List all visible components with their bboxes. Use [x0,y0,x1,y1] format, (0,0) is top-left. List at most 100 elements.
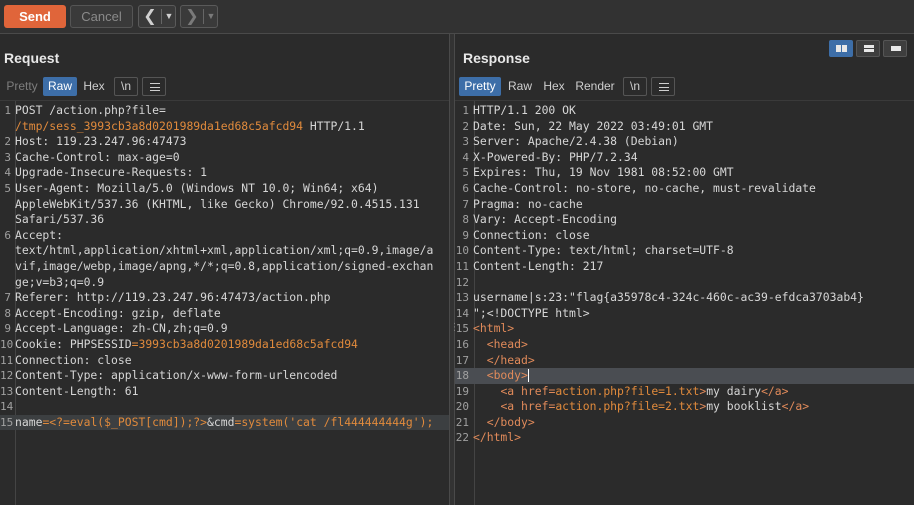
code-line: 14 [0,399,449,415]
line-number: 10 [455,244,469,258]
line-number: 3 [462,135,469,149]
send-button[interactable]: Send [4,5,66,28]
chevron-down-icon[interactable]: ▼ [163,6,175,27]
code-token: vif,image/webp,image/apng,*/*;q=0.8,appl… [15,258,434,273]
response-editor[interactable]: 1 HTTP/1.1 200 OK 2 Date: Sun, 22 May 2022 … [455,100,914,505]
code-line: 7 Pragma: no-cache [455,197,914,213]
tab-raw[interactable]: Raw [504,77,536,96]
hamburger-menu-icon[interactable] [651,77,675,96]
code-text: Content-Type: text/html; charset=UTF-8 [471,243,734,259]
line-number: 16 [455,337,469,351]
chevron-right-icon[interactable]: ❯ [181,6,203,27]
line-number: 9 [4,322,11,336]
code-text: AppleWebKit/537.36 (KHTML, like Gecko) C… [13,197,420,213]
code-line: 22 </html> [455,430,914,446]
split-horizontal-icon[interactable] [829,40,853,57]
tab-raw[interactable]: Raw [43,77,77,96]
code-line: 17 </head> [455,353,914,369]
code-text: Content-Length: 61 [13,384,138,400]
code-line: /tmp/sess_3993cb3a8d0201989da1ed68c5afcd… [0,119,449,135]
line-number: 13 [455,291,469,305]
code-line: ge;v=b3;q=0.9 [0,275,449,291]
code-text: <body> [471,368,529,384]
line-number: 19 [455,384,469,398]
code-token: Content-Type: text/html; charset=UTF-8 [473,243,734,258]
line-number: 7 [462,197,469,211]
code-token: ";<!DOCTYPE html> [473,305,590,320]
code-line: 13 username|s:23:"flag{a35978c4-324c-460c… [455,290,914,306]
hamburger-menu-icon[interactable] [142,77,166,96]
code-text: ";<!DOCTYPE html> [471,306,590,322]
code-text: Content-Length: 217 [471,259,603,275]
code-line: 2 Host: 119.23.247.96:47473 [0,134,449,150]
tab-hex[interactable]: Hex [79,77,109,96]
code-token: Expires: Thu, 19 Nov 1981 08:52:00 GMT [473,165,734,180]
tab-newline-toggle[interactable]: \n [114,77,138,96]
code-text: Connection: close [13,353,132,369]
code-token: PHPSESSID [69,336,132,351]
single-pane-icon[interactable] [883,40,907,57]
code-text: Server: Apache/2.4.38 (Debian) [471,134,679,150]
code-token: /tmp/sess_3993cb3a8d0201989da1ed68c5afcd… [15,118,304,133]
code-token: HTTP/1.1 200 OK [473,103,576,117]
code-text: Accept: [13,228,63,244]
cancel-button[interactable]: Cancel [70,5,133,28]
code-line: 21 </body> [455,415,914,431]
request-editor[interactable]: 1 POST /action.php?file=/tmp/sess_3993cb3… [0,100,449,505]
code-line: 8 Accept-Encoding: gzip, deflate [0,306,449,322]
code-token: Cookie: [15,336,70,351]
tab-hex[interactable]: Hex [539,77,569,96]
code-text: <html> [471,321,514,337]
line-number: 17 [455,353,469,367]
code-token: Upgrade-Insecure-Requests: 1 [15,165,208,180]
line-number: 4 [462,150,469,164]
code-token: my dairy [706,383,762,398]
line-number: 12 [455,275,469,289]
request-code: 1 POST /action.php?file=/tmp/sess_3993cb3… [0,103,449,431]
code-line: 20 <a href=action.php?file=2.txt>my book… [455,399,914,415]
code-text: username|s:23:"flag{a35978c4-324c-460c-a… [471,290,864,306]
split-vertical-icon[interactable] [856,40,880,57]
code-line: AppleWebKit/537.36 (KHTML, like Gecko) C… [0,197,449,213]
code-line: vif,image/webp,image/apng,*/*;q=0.8,appl… [0,259,449,275]
line-number: 8 [4,306,11,320]
line-number: 9 [462,228,469,242]
code-token: Server: Apache/2.4.38 (Debian) [473,134,679,149]
code-line: 13 Content-Length: 61 [0,384,449,400]
tab-pretty[interactable]: Pretty [3,77,41,96]
code-token: & [207,414,214,429]
line-number: 15 [0,415,14,429]
code-token: Pragma: no-cache [473,196,583,211]
tab-pretty[interactable]: Pretty [459,77,501,96]
line-number: 5 [462,166,469,180]
line-number: 11 [455,259,469,273]
code-text: ge;v=b3;q=0.9 [13,275,104,291]
code-token: <a href= [500,383,556,398]
code-token: username|s:23:"flag{a35978c4-324c-460c-a… [473,290,864,305]
tab-newline-toggle[interactable]: \n [623,77,647,96]
line-number: 10 [0,337,14,351]
top-toolbar: Send Cancel ❮ ▼ ❯ ▼ [0,0,914,34]
code-token: User-Agent: Mozilla/5.0 (Windows NT 10.0… [15,180,379,195]
chevron-down-icon[interactable]: ▼ [205,6,217,27]
code-text: Referer: http://119.23.247.96:47473/acti… [13,290,330,306]
chevron-left-icon[interactable]: ❮ [139,6,161,27]
response-code: 1 HTTP/1.1 200 OK 2 Date: Sun, 22 May 2022 … [455,103,914,446]
code-line: 16 <head> [455,337,914,353]
code-token: Cache-Control: no-store, no-cache, must-… [473,180,816,195]
line-number: 15 [455,322,469,336]
line-number: 3 [4,150,11,164]
line-number: 7 [4,291,11,305]
code-token: Connection: close [15,352,132,367]
tab-render[interactable]: Render [572,77,618,96]
code-token: Accept-Encoding: gzip, deflate [15,305,221,320]
code-text: Accept-Language: zh-CN,zh;q=0.9 [13,321,228,337]
code-text: X-Powered-By: PHP/7.2.34 [471,150,638,166]
code-token: </a> [761,383,789,398]
line-number: 13 [0,384,14,398]
code-text: vif,image/webp,image/apng,*/*;q=0.8,appl… [13,259,433,275]
code-token: name [15,414,43,429]
code-text: <a href=action.php?file=2.txt>my booklis… [471,399,809,415]
code-line: 14 ";<!DOCTYPE html> [455,306,914,322]
